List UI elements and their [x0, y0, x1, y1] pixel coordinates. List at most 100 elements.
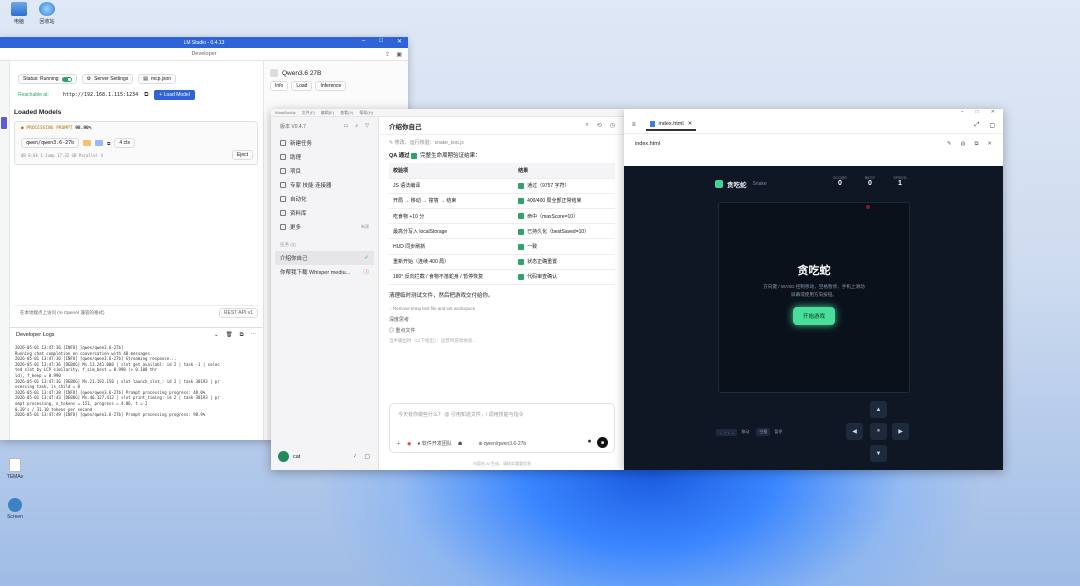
minimize-icon[interactable]: – [961, 109, 964, 117]
status-pill[interactable]: Status: Running [18, 74, 77, 84]
copy-icon[interactable]: ⧉ [107, 141, 110, 146]
more-icon[interactable]: ⋯ [251, 332, 257, 339]
maximize-icon[interactable]: □ [379, 38, 383, 45]
maximize-icon[interactable]: □ [976, 109, 979, 117]
menu-icon[interactable]: ≡ [632, 122, 636, 128]
expand-icon[interactable]: ⤢ [975, 122, 980, 129]
panel-icon[interactable]: ▢ [989, 122, 995, 129]
chevron-down-icon[interactable]: ⌄ [214, 332, 219, 339]
server-url[interactable]: http://192.168.1.115:1234 [63, 92, 138, 98]
score-box: SCORE 0 [832, 175, 848, 187]
filter-icon[interactable]: ▽ [365, 123, 369, 130]
stop-button[interactable]: ■ [597, 437, 608, 448]
model-icon: ⊕ [478, 440, 483, 447]
nav-library[interactable]: 资料库 [271, 206, 378, 220]
error-icon: ⓘ [363, 270, 369, 276]
copy-icon[interactable]: ⧉ [144, 92, 148, 99]
nav-projects[interactable]: 项目 [271, 164, 378, 178]
task-item-whisper[interactable]: 你帮我下载 Whisper mediu... ⓘ [271, 265, 378, 279]
chat-input[interactable]: 今天有你做些什么？ @ 引用知道文件，/ 调用技能与指令 [390, 404, 614, 425]
upload-icon[interactable]: ⇪ [385, 51, 390, 58]
folder-icon [280, 168, 286, 174]
layout-icon[interactable]: ▭ [344, 123, 349, 130]
todo-label[interactable]: ◎ 重点文件 [389, 327, 615, 334]
plus-icon[interactable]: ＋ [396, 440, 401, 447]
step-remove[interactable]: ◌ Remove temp test file and set workspac… [389, 306, 615, 311]
desktop-icon-computer[interactable]: 电脑 [4, 2, 34, 25]
circle-icon: ◎ [389, 328, 395, 334]
eject-button[interactable]: Eject [231, 150, 253, 160]
record-icon[interactable]: ◉ [407, 441, 411, 447]
tab-inference[interactable]: Inference [315, 81, 347, 91]
thinking-label[interactable]: 深度思考 [389, 316, 615, 323]
computer-icon [11, 2, 27, 16]
close-icon[interactable]: ✕ [987, 141, 992, 148]
table-row: 重新开始（连续 400 局） 状态正确重置 [389, 254, 615, 270]
model-select[interactable]: ⊕ qwen/qwen3.6-27b [478, 441, 526, 447]
microphone-icon[interactable]: ⏺ [588, 439, 591, 446]
task-item-intro[interactable]: 介绍你自己 ✓ [275, 251, 374, 265]
globe-icon[interactable]: ◍ [961, 141, 966, 148]
robot-icon[interactable]: ☗ [458, 441, 462, 447]
search-icon[interactable]: ⌕ [585, 122, 588, 129]
arrow-left-button[interactable]: ◀ [846, 423, 863, 440]
menu-help[interactable]: 帮助(H) [359, 110, 373, 116]
trash-icon[interactable]: 🗑 [226, 332, 233, 339]
tab-load[interactable]: Load [291, 81, 313, 91]
library-icon [280, 210, 286, 216]
game-board[interactable]: 贪吃蛇 方向键 / WASD 控制移动，空格暂停，手机上滑动 屏幕或使用方向按钮… [718, 202, 910, 393]
tab-info[interactable]: Info [270, 81, 289, 91]
start-game-button[interactable]: 开始游戏 [792, 307, 835, 325]
arrow-right-button[interactable]: ▶ [892, 423, 909, 440]
menu-edit[interactable]: 编辑(E) [321, 110, 334, 116]
robot-icon [8, 498, 22, 512]
desktop-icon-screen[interactable]: Screen [0, 498, 30, 520]
mcp-json-button[interactable]: ▤ mcp.json [138, 74, 177, 84]
edit-note: ✎ 修改、运行校验：snake_test.js [389, 140, 464, 146]
menu-view[interactable]: 查看(V) [340, 110, 353, 116]
team-select[interactable]: ● 软件开发团队 [417, 440, 451, 447]
rest-api-select[interactable]: REST API v1 [218, 308, 258, 318]
server-toggle[interactable] [61, 76, 72, 82]
desktop-icon-recycle-bin[interactable]: 回收站 [32, 2, 62, 25]
close-icon[interactable]: ✕ [397, 38, 402, 45]
desktop-icon-file[interactable]: TEMAs [0, 458, 30, 480]
tab-index-html[interactable]: index.html ✕ [645, 119, 697, 131]
arrow-down-button[interactable]: ▼ [870, 445, 887, 462]
check-icon: ✓ [364, 255, 369, 261]
context-select[interactable]: 4 ctx [114, 138, 135, 148]
nav-automation[interactable]: 自动化 [271, 192, 378, 206]
file-icon: ▤ [143, 76, 148, 82]
chat-icon[interactable]: ▢ [364, 453, 370, 460]
nav-assistant[interactable]: 助理 [271, 150, 378, 164]
open-external-icon[interactable]: ⧉ [974, 141, 978, 148]
server-settings-button[interactable]: ⚙ Server Settings [81, 74, 134, 84]
chat-title: 介绍你自己 [389, 123, 422, 131]
minimize-icon[interactable]: – [362, 38, 365, 45]
load-model-button[interactable]: + Load Model [154, 90, 195, 100]
pause-button[interactable]: ⏸ [870, 423, 887, 440]
panel-icon[interactable]: ▣ [396, 51, 402, 58]
nav-new-task[interactable]: 新建任务 [271, 136, 378, 150]
nav-experts[interactable]: 专家 技能 连接器 [271, 178, 378, 192]
user-profile[interactable]: cat [278, 451, 300, 462]
nav-more[interactable]: 更多 新建 [271, 220, 378, 234]
close-icon[interactable]: ✕ [991, 109, 995, 117]
wb-menubar: WorkBuddy 文件(F) 编辑(E) 查看(V) 帮助(H) [271, 109, 625, 117]
model-card: ● PROCESSING PROMPT 98.90% qwen/qwen3.6-… [14, 121, 258, 165]
history-icon[interactable]: ◷ [610, 122, 615, 129]
share-icon[interactable]: ⟲ [597, 122, 602, 129]
developer-logs: Developer Logs ⌄ 🗑 ⧉ ⋯ 2026-05-01 13:47:36 … [10, 327, 262, 440]
check-icon [518, 182, 525, 189]
chat-input-box: 今天有你做些什么？ @ 引用知道文件，/ 调用技能与指令 ＋ ◉ ● 软件开发团… [389, 403, 615, 453]
check-icon [518, 198, 525, 205]
edit-icon[interactable]: ✎ [947, 141, 952, 148]
lm-subheader: Developer ⇪ ▣ [0, 48, 408, 61]
arrow-up-button[interactable]: ▲ [870, 401, 887, 418]
check-icon [518, 243, 525, 250]
copy-icon[interactable]: ⧉ [240, 332, 244, 339]
recycle-bin-icon [39, 2, 55, 16]
menu-file[interactable]: 文件(F) [302, 110, 315, 116]
search-icon[interactable]: ⌕ [355, 123, 358, 130]
bell-icon[interactable]: ♪ [353, 453, 356, 460]
